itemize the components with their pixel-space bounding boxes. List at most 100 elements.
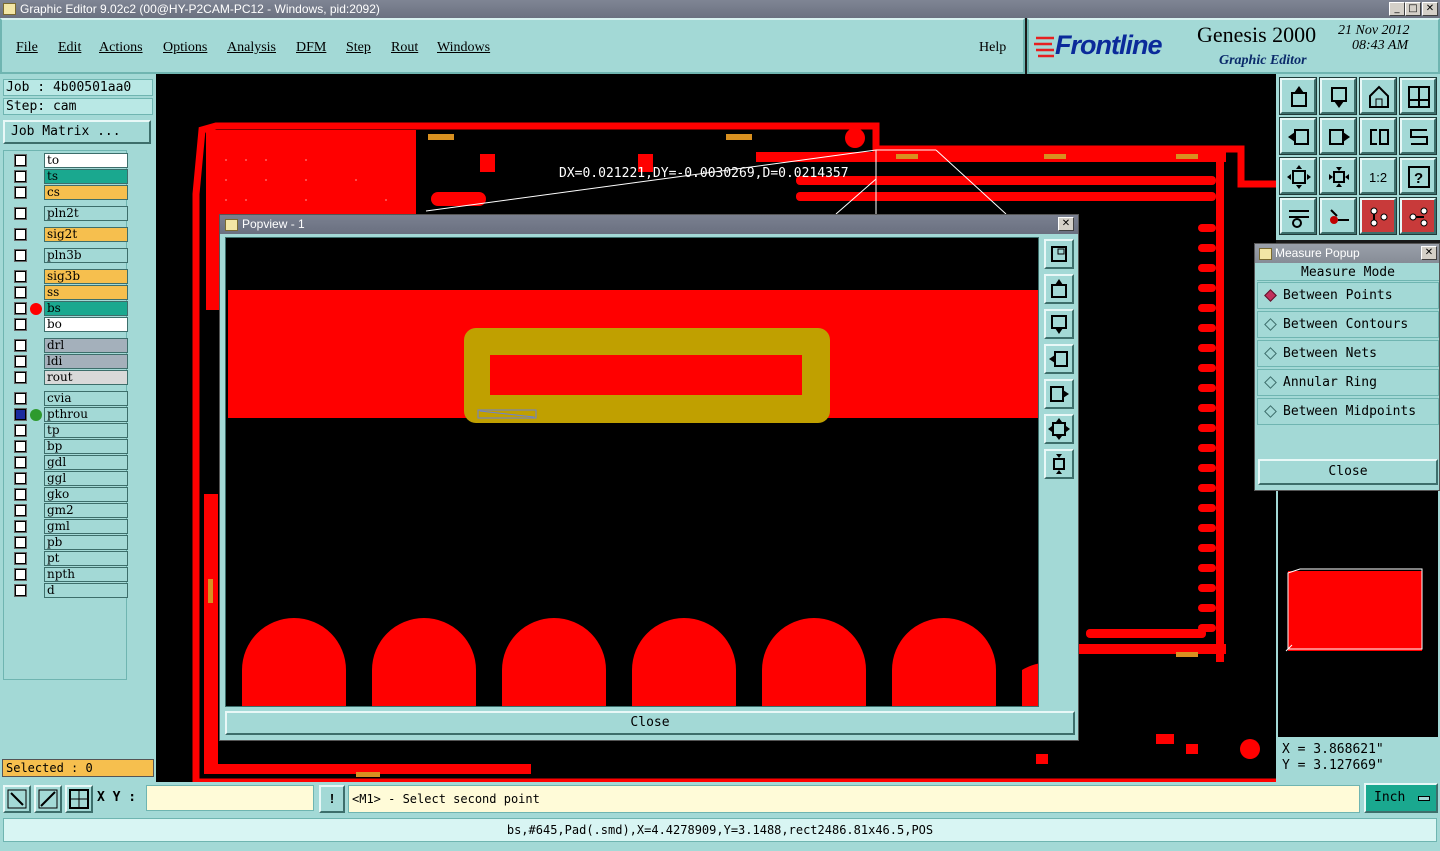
menu-step[interactable]: Step xyxy=(346,40,371,56)
menu-windows[interactable]: Windows xyxy=(437,40,490,56)
mode-between-midpoints[interactable]: Between Midpoints xyxy=(1257,398,1439,425)
layer-checkbox[interactable] xyxy=(14,504,27,517)
layer-checkbox[interactable] xyxy=(14,318,27,331)
mode-between-contours[interactable]: Between Contours xyxy=(1257,311,1439,338)
layer-checkbox[interactable] xyxy=(14,424,27,437)
menu-actions[interactable]: Actions xyxy=(99,40,143,56)
layer-row-ldi[interactable]: ldi xyxy=(10,354,128,369)
layer-checkbox[interactable] xyxy=(14,584,27,597)
layer-row-drl[interactable]: drl xyxy=(10,338,128,353)
layer-checkbox[interactable] xyxy=(14,228,27,241)
layer-row-rout[interactable]: rout xyxy=(10,370,128,385)
snap-mode-button[interactable] xyxy=(3,785,31,813)
menu-analysis[interactable]: Analysis xyxy=(227,40,276,56)
layer-checkbox[interactable] xyxy=(14,170,27,183)
layer-row-ts[interactable]: ts xyxy=(10,169,128,184)
layer-checkbox[interactable] xyxy=(14,520,27,533)
layer-row-sig3b[interactable]: sig3b xyxy=(10,269,128,284)
layer-row-d[interactable]: d xyxy=(10,583,128,598)
xy-input[interactable] xyxy=(146,785,314,811)
tool-zoom-in-button[interactable] xyxy=(1279,157,1317,195)
layer-checkbox[interactable] xyxy=(14,392,27,405)
menu-options[interactable]: Options xyxy=(163,40,207,56)
layer-name[interactable]: cvia xyxy=(44,391,128,406)
layer-checkbox[interactable] xyxy=(14,456,27,469)
popview-pan-right-button[interactable] xyxy=(1044,379,1074,409)
layer-name[interactable]: rout xyxy=(44,370,128,385)
layer-name[interactable]: tp xyxy=(44,423,128,438)
tool-one-to-one-button[interactable]: 1:2 xyxy=(1359,157,1397,195)
tool-netlist-button[interactable] xyxy=(1399,197,1437,235)
layer-checkbox[interactable] xyxy=(14,536,27,549)
layer-checkbox[interactable] xyxy=(14,371,27,384)
layer-name[interactable]: ts xyxy=(44,169,128,184)
layer-row-gdl[interactable]: gdl xyxy=(10,455,128,470)
layer-row-bp[interactable]: bp xyxy=(10,439,128,454)
units-select[interactable]: Inch xyxy=(1364,783,1438,813)
layer-name[interactable]: gko xyxy=(44,487,128,502)
layer-name[interactable]: cs xyxy=(44,185,128,200)
layer-checkbox[interactable] xyxy=(14,488,27,501)
layer-name[interactable]: bo xyxy=(44,317,128,332)
tool-swap-button[interactable] xyxy=(1399,117,1437,155)
layer-row-sig2t[interactable]: sig2t xyxy=(10,227,128,242)
close-window-button[interactable]: ✕ xyxy=(1422,2,1438,16)
layer-row-to[interactable]: to xyxy=(10,153,128,168)
layer-checkbox[interactable] xyxy=(14,472,27,485)
layer-name[interactable]: pln2t xyxy=(44,206,128,221)
layer-checkbox[interactable] xyxy=(14,568,27,581)
layer-name[interactable]: ldi xyxy=(44,354,128,369)
menu-help[interactable]: Help xyxy=(979,40,1006,56)
grid-snap-button[interactable] xyxy=(34,785,62,813)
layer-name[interactable]: gm2 xyxy=(44,503,128,518)
layer-checkbox[interactable] xyxy=(14,302,27,315)
popview-zoom-in-button[interactable] xyxy=(1044,414,1074,444)
tool-pan-left-button[interactable] xyxy=(1279,117,1317,155)
layer-row-ggl[interactable]: ggl xyxy=(10,471,128,486)
layer-checkbox[interactable] xyxy=(14,408,27,421)
layer-row-bs[interactable]: bs xyxy=(10,301,128,316)
layer-row-cvia[interactable]: cvia xyxy=(10,391,128,406)
layer-row-gml[interactable]: gml xyxy=(10,519,128,534)
tool-nets-button[interactable] xyxy=(1359,197,1397,235)
popview-pan-left-button[interactable] xyxy=(1044,344,1074,374)
mode-annular-ring[interactable]: Annular Ring xyxy=(1257,369,1439,396)
layer-name[interactable]: sig3b xyxy=(44,269,128,284)
layer-row-gm2[interactable]: gm2 xyxy=(10,503,128,518)
tool-settings-button[interactable] xyxy=(1279,197,1317,235)
minimize-button[interactable]: _ xyxy=(1389,2,1405,16)
job-matrix-button[interactable]: Job Matrix ... xyxy=(3,120,151,144)
layer-name[interactable]: pt xyxy=(44,551,128,566)
layer-checkbox[interactable] xyxy=(14,552,27,565)
layer-row-cs[interactable]: cs xyxy=(10,185,128,200)
layer-row-pthrou[interactable]: pthrou xyxy=(10,407,128,422)
layer-name[interactable]: gdl xyxy=(44,455,128,470)
layer-name[interactable]: ss xyxy=(44,285,128,300)
mode-between-nets[interactable]: Between Nets xyxy=(1257,340,1439,367)
layer-row-gko[interactable]: gko xyxy=(10,487,128,502)
maximize-button[interactable]: □ xyxy=(1405,2,1421,16)
layer-name[interactable]: sig2t xyxy=(44,227,128,242)
popview-zoom-window-button[interactable] xyxy=(1044,239,1074,269)
layer-name[interactable]: gml xyxy=(44,519,128,534)
tool-pan-up-button[interactable] xyxy=(1279,77,1317,115)
menu-edit[interactable]: Edit xyxy=(58,40,81,56)
tool-pan-down-button[interactable] xyxy=(1319,77,1357,115)
alert-icon[interactable]: ! xyxy=(319,785,345,813)
tool-help-button[interactable]: ? xyxy=(1399,157,1437,195)
layer-name[interactable]: pb xyxy=(44,535,128,550)
layer-row-pln2t[interactable]: pln2t xyxy=(10,206,128,221)
menu-file[interactable]: File xyxy=(16,40,38,56)
layer-name[interactable]: drl xyxy=(44,338,128,353)
measure-popup-close-button[interactable]: Close xyxy=(1258,459,1438,485)
popview-close-icon[interactable]: ✕ xyxy=(1058,217,1074,231)
layer-row-pt[interactable]: pt xyxy=(10,551,128,566)
layer-name[interactable]: d xyxy=(44,583,128,598)
layer-row-ss[interactable]: ss xyxy=(10,285,128,300)
popview-pan-down-button[interactable] xyxy=(1044,309,1074,339)
layer-name[interactable]: to xyxy=(44,153,128,168)
layer-checkbox[interactable] xyxy=(14,355,27,368)
layer-checkbox[interactable] xyxy=(14,339,27,352)
layer-checkbox[interactable] xyxy=(14,440,27,453)
tool-split-view-button[interactable] xyxy=(1399,77,1437,115)
